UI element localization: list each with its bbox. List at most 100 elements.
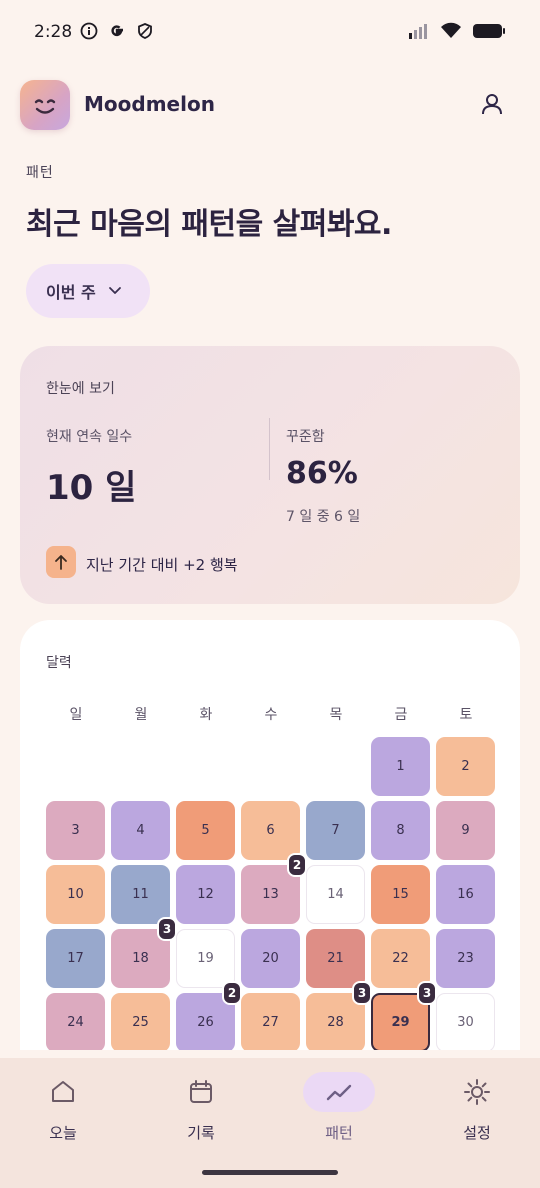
nav-item-patterns[interactable]: 패턴 (289, 1072, 389, 1152)
status-time: 2:28 (34, 22, 73, 42)
calendar-day[interactable]: 11 (111, 865, 170, 924)
profile-button[interactable] (478, 90, 506, 118)
calendar-day-number: 25 (132, 1015, 149, 1030)
sun-settings-icon (441, 1072, 513, 1112)
calendar-day-number: 14 (327, 887, 344, 902)
weekday-row: 일 월 화 수 목 금 토 (46, 704, 496, 724)
calendar-icon (165, 1072, 237, 1112)
home-icon (27, 1072, 99, 1112)
arrow-up-icon (46, 546, 76, 578)
streak-label: 현재 연속 일수 (46, 429, 133, 445)
nav-item-settings[interactable]: 설정 (427, 1072, 527, 1152)
calendar-day-number: 7 (331, 823, 340, 838)
calendar-day[interactable]: 22 (371, 929, 430, 988)
nav-label-today: 오늘 (49, 1124, 77, 1142)
consistency-value: 86% (286, 456, 358, 491)
calendar-day-number: 23 (457, 951, 474, 966)
trend-text: 지난 기간 대비 +2 행복 (86, 556, 238, 574)
calendar-day-number: 29 (391, 1015, 410, 1030)
weekday-sat: 토 (459, 707, 473, 723)
calendar-day[interactable]: 1 (371, 737, 430, 796)
calendar-day-number: 13 (262, 887, 279, 902)
app-name: Moodmelon (84, 92, 215, 116)
calendar-day-number: 24 (67, 1015, 84, 1030)
calendar-day-number: 16 (457, 887, 474, 902)
calendar-day[interactable]: 6 (241, 801, 300, 860)
period-select[interactable]: 이번 주 (26, 264, 150, 318)
info-icon (80, 22, 98, 44)
calendar-day[interactable]: 19 (176, 929, 235, 988)
calendar-day[interactable]: 30 (436, 993, 495, 1050)
nav-item-records[interactable]: 기록 (151, 1072, 251, 1152)
calendar-day[interactable]: 20 (241, 929, 300, 988)
calendar-day-number: 3 (71, 823, 80, 838)
period-select-value: 이번 주 (46, 283, 96, 302)
google-icon (108, 22, 126, 44)
person-icon (482, 94, 502, 115)
entry-count-badge: 2 (287, 853, 307, 877)
section-label: 패턴 (26, 165, 54, 181)
weekday-mon: 월 (134, 707, 148, 723)
calendar-day[interactable]: 24 (46, 993, 105, 1050)
calendar-day-number: 12 (197, 887, 214, 902)
calendar-day-number: 18 (132, 951, 149, 966)
bottom-nav: 오늘 기록 패턴 설정 (0, 1058, 540, 1188)
shield-icon (136, 22, 154, 44)
chevron-down-icon (108, 282, 122, 301)
calendar-day[interactable]: 15 (371, 865, 430, 924)
nav-label-records: 기록 (187, 1124, 215, 1142)
trend-line-icon (303, 1072, 375, 1112)
calendar-day[interactable]: 10 (46, 865, 105, 924)
nav-item-today[interactable]: 오늘 (13, 1072, 113, 1152)
calendar-day[interactable]: 2 (436, 737, 495, 796)
calendar-day[interactable]: 4 (111, 801, 170, 860)
page-title: 최근 마음의 패턴을 살펴봐요. (26, 207, 392, 242)
entry-count-badge: 2 (222, 981, 242, 1005)
status-bar: 2:28 (0, 0, 540, 64)
calendar-day[interactable]: 16 (436, 865, 495, 924)
calendar-day[interactable]: 27 (241, 993, 300, 1050)
calendar-day-number: 10 (67, 887, 84, 902)
home-indicator (202, 1170, 338, 1175)
calendar-day[interactable]: 25 (111, 993, 170, 1050)
calendar-day-number: 9 (461, 823, 470, 838)
calendar-day[interactable]: 7 (306, 801, 365, 860)
consistency-label: 꾸준함 (286, 429, 325, 445)
calendar-day-number: 28 (327, 1015, 344, 1030)
calendar-day-number: 1 (396, 759, 405, 774)
signal-icon (408, 22, 430, 44)
calendar-day[interactable]: 21 (306, 929, 365, 988)
entry-count-badge: 3 (157, 917, 177, 941)
calendar-day-number: 17 (67, 951, 84, 966)
calendar-card: 달력 일 월 화 수 목 금 토 1 2 3 4 5 6 7 8 9 10 11 12 13 2 14 15 1… (20, 620, 520, 1050)
weekday-sun: 일 (69, 707, 83, 723)
calendar-day[interactable]: 5 (176, 801, 235, 860)
calendar-day-number: 19 (197, 951, 214, 966)
calendar-day-number: 30 (457, 1015, 474, 1030)
calendar-day-number: 26 (197, 1015, 214, 1030)
nav-label-patterns: 패턴 (325, 1124, 353, 1142)
summary-heading: 한눈에 보기 (46, 381, 115, 397)
nav-label-settings: 설정 (463, 1124, 491, 1142)
weekday-fri: 금 (394, 707, 408, 723)
weekday-thu: 목 (329, 707, 343, 723)
calendar-day[interactable]: 23 (436, 929, 495, 988)
calendar-day[interactable]: 3 (46, 801, 105, 860)
calendar-day-number: 4 (136, 823, 145, 838)
calendar-day[interactable]: 12 (176, 865, 235, 924)
entry-count-badge: 3 (417, 981, 437, 1005)
calendar-day[interactable]: 9 (436, 801, 495, 860)
calendar-day[interactable]: 14 (306, 865, 365, 924)
calendar-day-number: 20 (262, 951, 279, 966)
calendar-day-number: 11 (132, 887, 149, 902)
calendar-day-number: 6 (266, 823, 275, 838)
calendar-heading: 달력 (46, 655, 72, 671)
calendar-day-number: 21 (327, 951, 344, 966)
weekday-wed: 수 (264, 707, 278, 723)
calendar-day[interactable]: 8 (371, 801, 430, 860)
calendar-day-number: 5 (201, 823, 210, 838)
calendar-day-number: 15 (392, 887, 409, 902)
app-header: Moodmelon (20, 78, 520, 132)
wifi-icon (440, 22, 462, 44)
calendar-day[interactable]: 17 (46, 929, 105, 988)
